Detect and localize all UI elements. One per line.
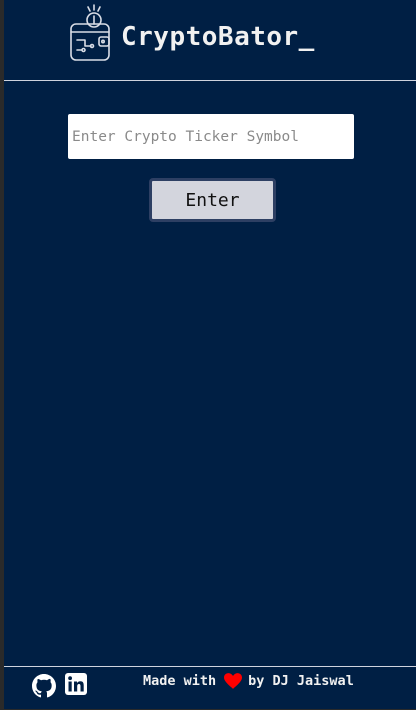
made-with-text: Made with [143, 673, 217, 689]
credit-line: Made with by DJ Jaiswal [143, 673, 354, 689]
footer: Made with by DJ Jaiswal [4, 666, 416, 710]
author-text: by DJ Jaiswal [248, 673, 354, 689]
app-title: CryptoBator_ [121, 22, 315, 52]
app-root: CryptoBator_ Enter Made with by DJ Jaisw… [4, 0, 416, 709]
enter-button[interactable]: Enter [149, 178, 276, 222]
header: CryptoBator_ [4, 0, 416, 81]
wallet-coin-icon [70, 4, 110, 61]
github-icon[interactable] [32, 674, 56, 698]
heart-icon [224, 673, 243, 689]
linkedin-icon[interactable] [65, 673, 87, 695]
ticker-search-input[interactable] [68, 114, 354, 159]
